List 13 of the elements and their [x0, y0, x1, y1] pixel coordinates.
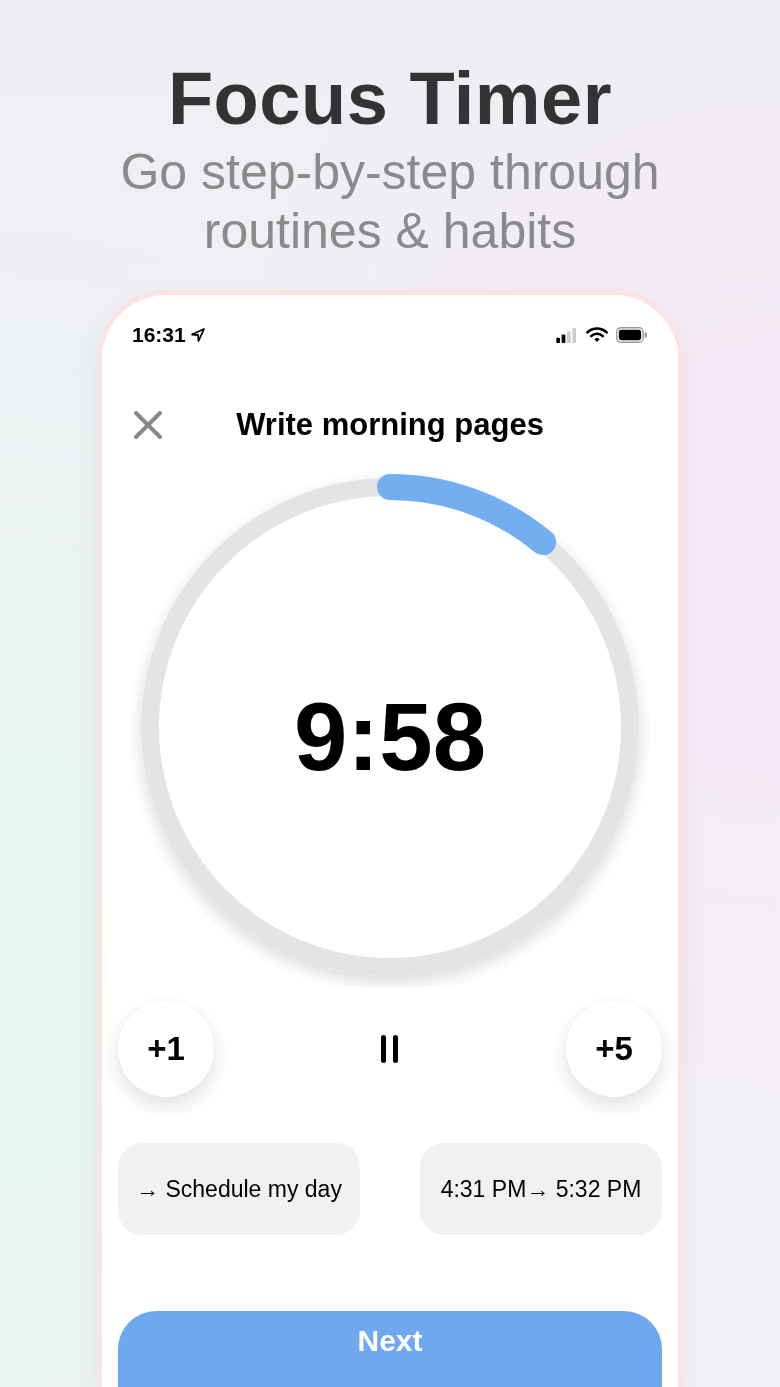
chip-button[interactable]: → Schedule my day: [118, 1143, 360, 1236]
headline: Focus Timer: [167, 58, 613, 140]
battery-icon: [616, 327, 648, 344]
time-remaining: 9:58: [293, 682, 487, 793]
chip-button[interactable]: 4:31 PM→ 5:32 PM: [420, 1143, 662, 1236]
add-time-button[interactable]: +1: [118, 1001, 214, 1098]
status-time: 16:31: [132, 323, 186, 348]
add-time-button[interactable]: +5: [566, 1001, 662, 1098]
signal-icon: [556, 327, 578, 343]
location-arrow-icon: [189, 327, 206, 344]
task-title: Write morning pages: [236, 407, 544, 444]
wifi-icon: [586, 327, 608, 344]
subtitle: Go step-by-step through routines & habits: [119, 143, 661, 262]
